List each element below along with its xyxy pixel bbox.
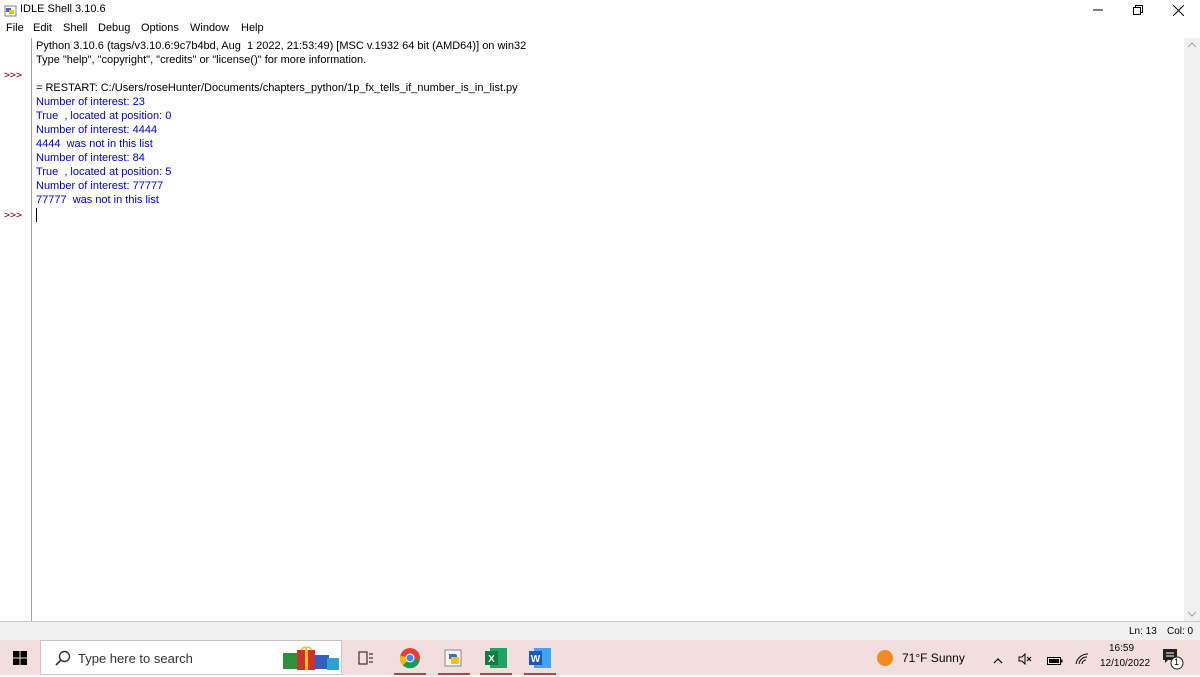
window-title: IDLE Shell 3.10.6 (20, 3, 106, 15)
minimize-button[interactable] (1076, 0, 1120, 20)
status-bar: Ln: 13 Col: 0 (0, 622, 1200, 640)
shell-output-line: Number of interest: 4444 (36, 124, 158, 136)
vertical-scrollbar[interactable] (1184, 38, 1200, 621)
search-icon (55, 650, 71, 670)
chevron-up-icon[interactable] (993, 651, 1003, 670)
shell-prompt: >>> (4, 210, 23, 221)
menu-debug[interactable]: Debug (98, 22, 130, 34)
excel-icon: X (485, 647, 507, 668)
close-icon (1172, 4, 1184, 16)
shell-output-line: Number of interest: 77777 (36, 180, 164, 192)
scroll-down-icon[interactable] (1187, 610, 1197, 619)
clock-time[interactable]: 16:59 (1109, 643, 1134, 654)
battery-icon[interactable] (1047, 651, 1063, 670)
shell-output-line: True , located at position: 0 (36, 110, 172, 122)
minimize-icon (1093, 9, 1103, 11)
shell-prompt: >>> (4, 70, 23, 81)
shell-line: Type "help", "copyright", "credits" or "… (36, 54, 367, 66)
svg-text:W: W (531, 654, 541, 665)
text-cursor (36, 208, 37, 222)
start-button[interactable] (0, 640, 40, 675)
shell-line: = RESTART: C:/Users/roseHunter/Documents… (36, 82, 518, 94)
svg-text:X: X (488, 654, 495, 665)
gift-boxes-icon[interactable] (281, 645, 343, 677)
menu-edit[interactable]: Edit (33, 22, 52, 34)
menu-window[interactable]: Window (190, 22, 229, 34)
menu-help[interactable]: Help (241, 22, 264, 34)
shell-output-line: Number of interest: 23 (36, 96, 145, 108)
wifi-icon[interactable] (1075, 650, 1089, 669)
shell-output-line: 4444 was not in this list (36, 138, 153, 150)
shell-text-area[interactable]: Python 3.10.6 (tags/v3.10.6:9c7b4bd, Aug… (32, 38, 1184, 621)
taskbar-search-box[interactable]: Type here to search (40, 640, 342, 675)
python-icon (444, 649, 462, 666)
menu-bar: File Edit Shell Debug Options Window Hel… (0, 21, 1200, 37)
menu-shell[interactable]: Shell (63, 22, 87, 34)
notification-icon[interactable] (1162, 648, 1184, 674)
shell-output-line: Number of interest: 84 (36, 152, 145, 164)
chrome-icon (399, 647, 420, 668)
word-icon: W (529, 647, 551, 668)
col-indicator: Col: 0 (1167, 626, 1194, 637)
shell-output-line: 77777 was not in this list (36, 194, 159, 206)
menu-options[interactable]: Options (141, 22, 179, 34)
task-view-button[interactable] (344, 640, 388, 675)
search-placeholder: Type here to search (78, 651, 193, 666)
notification-count: 1 (1174, 657, 1180, 667)
weather-text[interactable]: 71°F Sunny (902, 651, 965, 665)
task-view-icon (358, 650, 373, 665)
chrome-taskbar-button[interactable] (388, 640, 432, 675)
sun-weather-icon[interactable] (876, 649, 894, 671)
excel-taskbar-button[interactable]: X (474, 640, 518, 675)
prompt-gutter: >>> >>> (0, 38, 30, 621)
shell-output-line: True , located at position: 5 (36, 166, 172, 178)
restore-icon (1133, 5, 1143, 15)
menu-file[interactable]: File (6, 22, 24, 34)
windows-logo-icon (13, 650, 27, 665)
title-bar: IDLE Shell 3.10.6 (0, 0, 1200, 20)
word-taskbar-button[interactable]: W (518, 640, 562, 675)
taskbar: Type here to search X W 71°F Sunny 16:59… (0, 640, 1200, 675)
clock-date[interactable]: 12/10/2022 (1100, 658, 1150, 669)
shell-line: Python 3.10.6 (tags/v3.10.6:9c7b4bd, Aug… (36, 40, 527, 52)
scroll-up-icon[interactable] (1187, 41, 1197, 50)
speaker-muted-icon[interactable] (1018, 650, 1032, 669)
line-indicator: Ln: 13 (1129, 626, 1157, 637)
close-button[interactable] (1156, 0, 1200, 20)
python-idle-icon (4, 3, 18, 17)
restore-button[interactable] (1116, 0, 1160, 20)
python-taskbar-button[interactable] (432, 640, 476, 675)
